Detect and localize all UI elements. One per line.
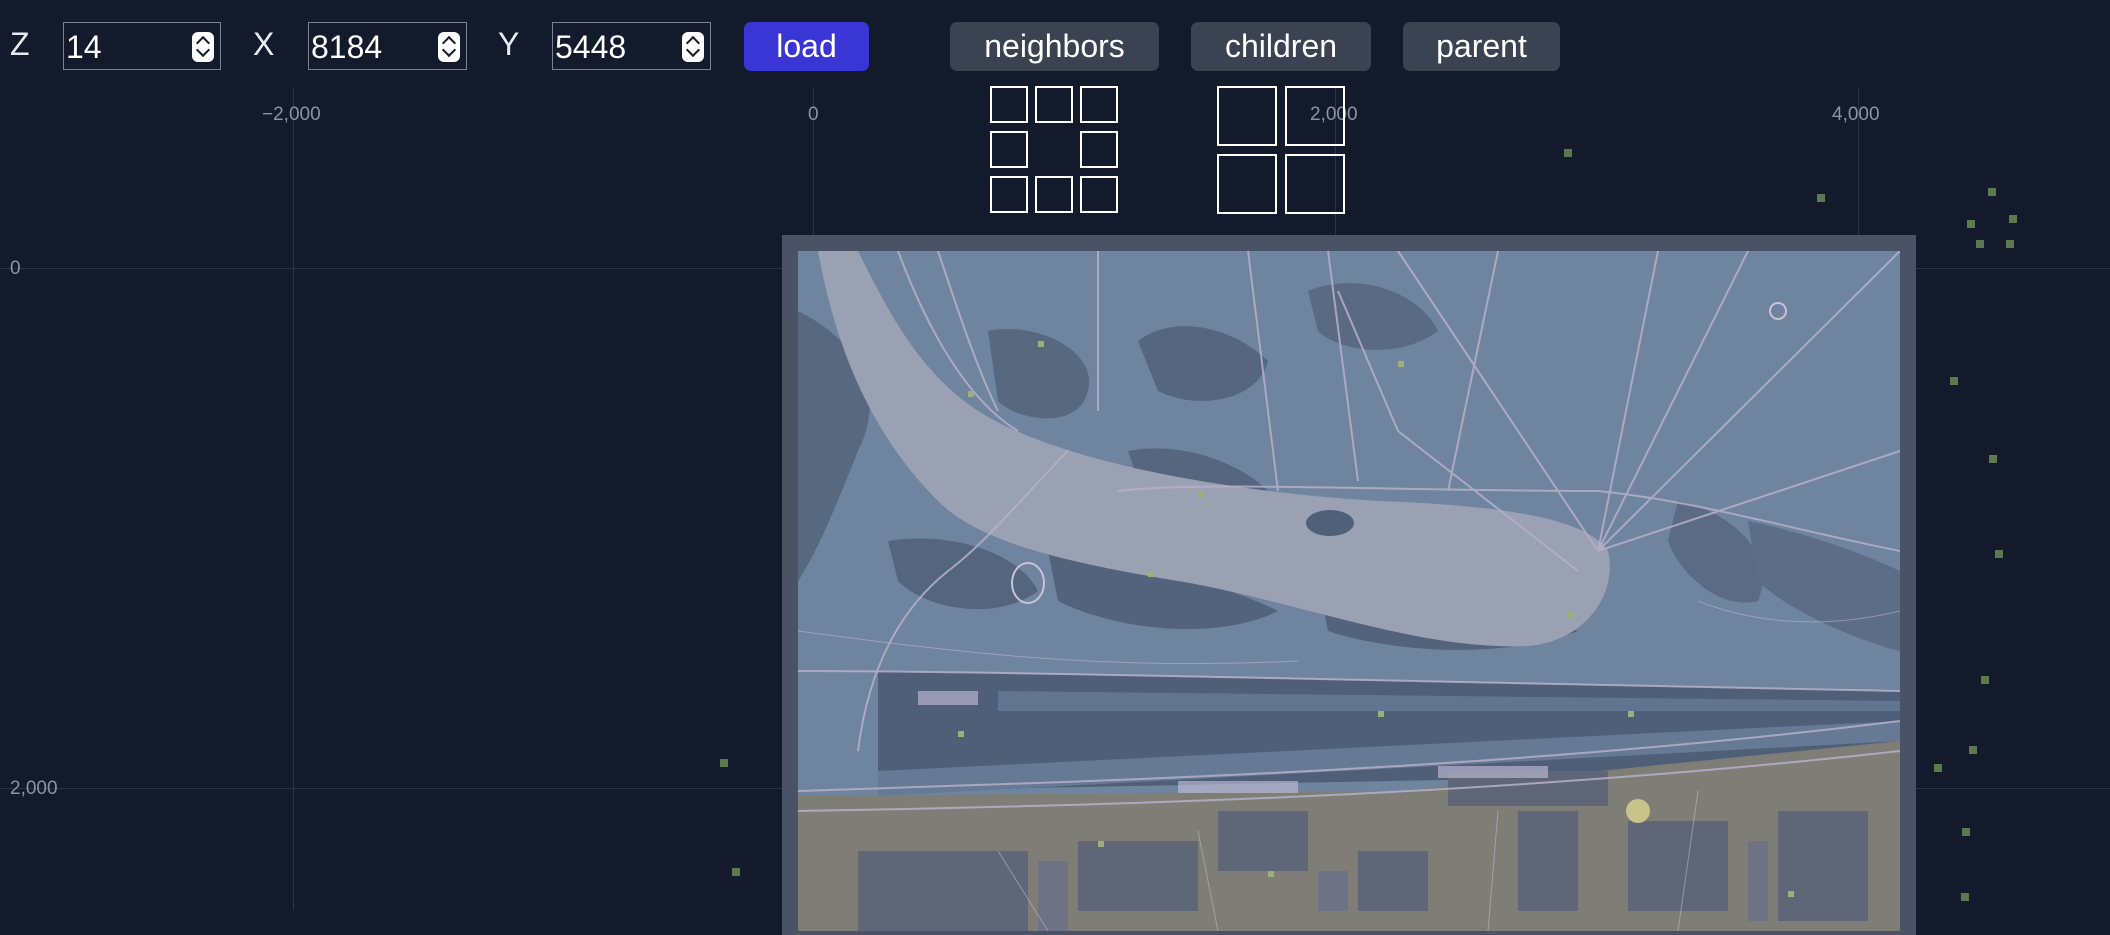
z-input[interactable]: 14 — [63, 22, 221, 70]
y-input[interactable]: 5448 — [552, 22, 711, 70]
feature-dot — [1967, 220, 1975, 228]
neighbors-grid-icon — [990, 86, 1118, 214]
y-label: Y — [498, 26, 520, 62]
y-spinner-icon[interactable] — [682, 32, 704, 62]
feature-dot — [1950, 377, 1958, 385]
feature-dot — [1995, 550, 2003, 558]
load-button[interactable]: load — [744, 22, 869, 71]
x-tick-label: 4,000 — [1832, 104, 1880, 125]
feature-dot — [732, 868, 740, 876]
x-label: X — [253, 26, 275, 62]
y-input-value: 5448 — [555, 29, 627, 65]
feature-dot — [2009, 215, 2017, 223]
map-tile-image — [798, 251, 1900, 931]
feature-dot — [1969, 746, 1977, 754]
children-button[interactable]: children — [1191, 22, 1371, 71]
feature-dot — [1962, 828, 1970, 836]
feature-dot — [720, 759, 728, 767]
feature-dot — [1817, 194, 1825, 202]
feature-dot — [2006, 240, 2014, 248]
z-spinner-icon[interactable] — [192, 32, 214, 62]
y-tick-label: 2,000 — [10, 778, 58, 799]
x-spinner-icon[interactable] — [438, 32, 460, 62]
feature-dot — [1988, 188, 1996, 196]
feature-dot — [1976, 240, 1984, 248]
z-label: Z — [10, 26, 30, 62]
grid-line-x-neg2000 — [293, 88, 294, 910]
feature-dot — [1989, 455, 1997, 463]
feature-dot — [1564, 149, 1572, 157]
x-tick-label: 0 — [808, 104, 819, 125]
x-input[interactable]: 8184 — [308, 22, 467, 70]
x-tick-label: −2,000 — [262, 104, 321, 125]
neighbors-button[interactable]: neighbors — [950, 22, 1159, 71]
feature-dot — [1961, 893, 1969, 901]
parent-button[interactable]: parent — [1403, 22, 1560, 71]
x-input-value: 8184 — [311, 29, 383, 65]
feature-dot — [1934, 764, 1942, 772]
y-tick-label: 0 — [10, 258, 21, 279]
toolbar: Z 14 X 8184 Y 5448 load neighbors childr… — [0, 0, 2110, 71]
feature-dot — [1981, 676, 1989, 684]
z-input-value: 14 — [66, 29, 102, 65]
map-tile[interactable] — [798, 251, 1900, 931]
children-grid-icon — [1217, 86, 1345, 214]
